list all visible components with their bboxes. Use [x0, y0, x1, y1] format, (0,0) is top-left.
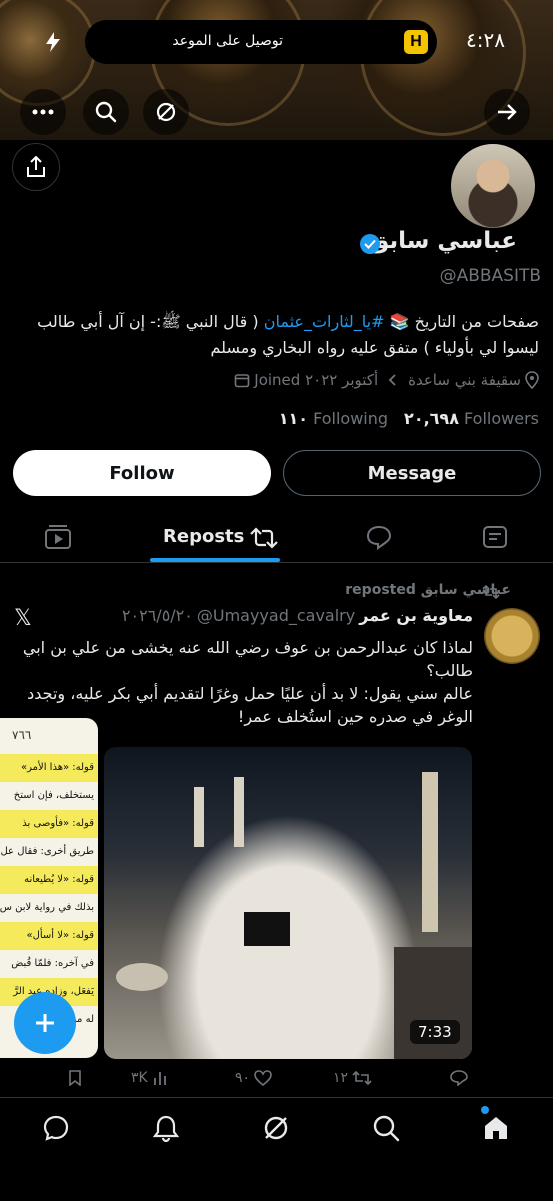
back-button[interactable]	[484, 89, 530, 135]
heart-icon	[254, 1070, 272, 1086]
video-duration: 7:33	[410, 1020, 460, 1044]
profile-handle: @ABBASITB	[439, 266, 541, 286]
bio-text: صفحات من التاريخ 📚	[384, 312, 539, 331]
bookmark-icon	[69, 1070, 81, 1086]
share-icon	[27, 156, 45, 177]
tab-replies[interactable]	[365, 524, 393, 554]
book-line: في آخره: فلمّا قُبض	[11, 958, 94, 969]
home-icon	[485, 1117, 507, 1139]
following-count: ١١٠	[278, 409, 309, 428]
search-icon	[95, 101, 117, 123]
tab-videos[interactable]	[44, 524, 72, 554]
notifications-nav[interactable]	[148, 1110, 184, 1146]
verified-badge-icon	[360, 234, 380, 254]
reposts-tab-icon	[249, 527, 279, 553]
repost-count: ١٢	[333, 1070, 349, 1086]
book-line: قوله: «هذا الأمر»	[0, 754, 98, 782]
repost-action[interactable]: ١٢	[333, 1070, 372, 1086]
tab-articles[interactable]	[481, 524, 509, 554]
share-button[interactable]	[12, 143, 60, 191]
post-text: لماذا كان عبدالرحمن بن عوف رضي الله عنه …	[22, 638, 473, 726]
more-button[interactable]	[20, 89, 66, 135]
grok-icon	[264, 1116, 288, 1140]
messages-icon	[43, 1115, 69, 1141]
back-arrow-icon	[498, 104, 517, 120]
reply-icon	[450, 1070, 468, 1086]
post-date: ٢٠٢٦/٥/٢٠	[121, 606, 193, 625]
status-time: ٤:٢٨	[466, 28, 505, 52]
views-action[interactable]: ٣K	[131, 1070, 168, 1086]
book-page-number: ٧٦٦	[12, 728, 32, 742]
video-tab-icon	[45, 525, 71, 549]
search-button[interactable]	[83, 89, 129, 135]
following-stat[interactable]: ١١٠ Following	[279, 409, 388, 428]
profile-meta: Joined أكتوبر ٢٠٢٢ سقيفة بني ساعدة	[234, 371, 539, 389]
search-icon	[373, 1115, 400, 1142]
compose-button[interactable]	[14, 992, 76, 1054]
search-nav[interactable]	[368, 1110, 404, 1146]
grok-nav[interactable]	[258, 1110, 294, 1146]
articles-tab-icon	[483, 526, 507, 548]
bio-hashtag-link[interactable]: #يا_لثارات_عثمان	[264, 312, 385, 331]
followers-label: Followers	[464, 409, 539, 428]
notifications-icon	[153, 1115, 179, 1142]
post-author-line[interactable]: ٢٠٢٦/٥/٢٠ @Umayyad_cavalry معاوية بن عمر	[122, 606, 473, 625]
message-button[interactable]: Message	[283, 450, 541, 496]
chevron-left-icon	[388, 374, 396, 386]
tab-reposts[interactable]: Reposts	[163, 526, 244, 547]
views-count: ٣K	[131, 1070, 148, 1086]
joined-date: Joined أكتوبر ٢٠٢٢	[254, 371, 379, 389]
post-author-name: معاوية بن عمر	[359, 606, 473, 625]
profile-bio: صفحات من التاريخ 📚 #يا_لثارات_عثمان ( قا…	[14, 309, 539, 361]
book-line: قوله: «لا أسأل»	[0, 922, 98, 950]
book-line: قوله: «لا يُطيعانه	[0, 866, 98, 894]
views-icon	[153, 1072, 166, 1085]
post-author-handle: @Umayyad_cavalry	[196, 606, 356, 625]
book-line: يستخلف، فإن استخ	[13, 790, 94, 801]
like-count: ٩٠	[235, 1070, 251, 1086]
book-line: قوله: «فأوصى بذ	[0, 810, 98, 838]
following-label: Following	[313, 409, 389, 428]
flash-icon	[44, 31, 62, 57]
follow-stats: ١١٠ Following ٢٠,٦٩٨ Followers	[279, 409, 539, 428]
replies-tab-icon	[366, 525, 392, 550]
messages-nav[interactable]	[38, 1110, 74, 1146]
follow-button[interactable]: Follow	[13, 450, 271, 496]
home-notification-dot	[481, 1106, 489, 1114]
post-video-thumbnail[interactable]	[104, 747, 472, 1059]
x-logo-icon: 𝕏	[14, 606, 32, 631]
followers-stat[interactable]: ٢٠,٦٩٨ Followers	[404, 409, 539, 428]
followers-count: ٢٠,٦٩٨	[404, 409, 459, 428]
calendar-icon	[234, 374, 250, 388]
app-logo-icon: H	[404, 30, 428, 54]
grok-icon	[156, 102, 176, 122]
profile-avatar[interactable]	[448, 141, 538, 231]
more-icon	[32, 109, 54, 115]
repost-icon	[352, 1071, 372, 1085]
notification-text: توصيل على الموعد	[172, 33, 283, 49]
grok-button[interactable]	[143, 89, 189, 135]
home-nav[interactable]	[478, 1110, 514, 1146]
reposted-by[interactable]: عباسي سابق reposted	[345, 582, 511, 598]
post-author-avatar[interactable]	[484, 608, 540, 664]
mosque-scene	[116, 772, 472, 1059]
reply-action[interactable]	[450, 1070, 468, 1086]
active-tab-indicator	[150, 558, 280, 562]
like-action[interactable]: ٩٠	[235, 1070, 272, 1086]
book-line: بذلك في رواية لابن س	[0, 902, 94, 913]
bookmark-action[interactable]	[68, 1070, 82, 1086]
profile-name: عباسي سابق	[368, 228, 517, 254]
location-pin-icon	[525, 371, 539, 389]
profile-location: سقيفة بني ساعدة	[408, 371, 521, 389]
plus-icon	[36, 1014, 54, 1032]
tabs-divider	[0, 562, 553, 563]
book-line: طريق أخرى: فقال عل	[0, 846, 94, 857]
